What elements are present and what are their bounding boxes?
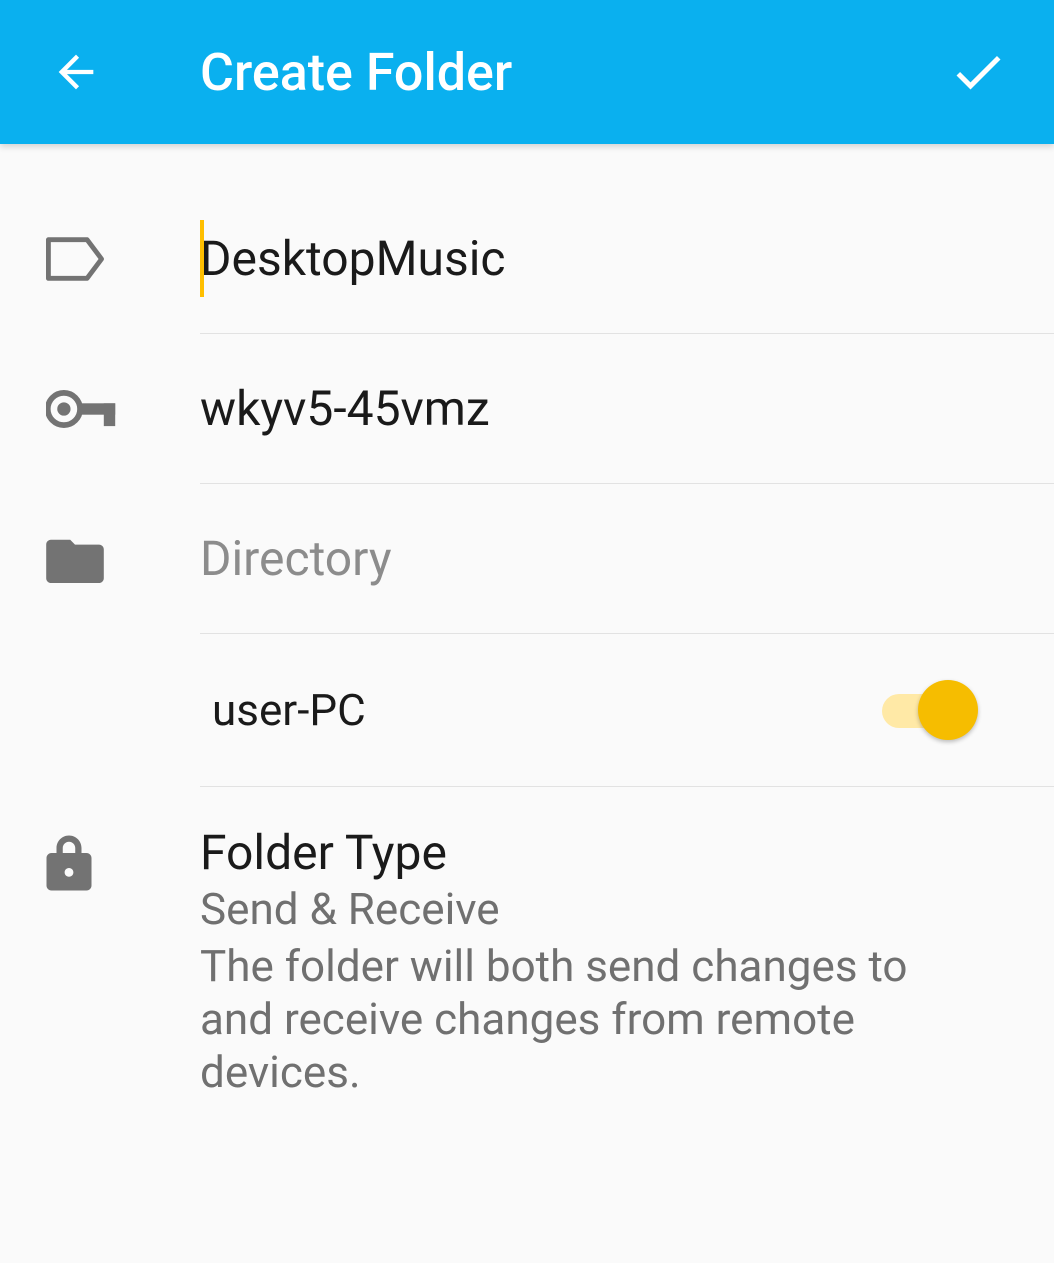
app-bar: Create Folder (0, 0, 1054, 144)
key-icon-col (0, 390, 200, 428)
folder-label-field-wrap (200, 212, 1054, 305)
folder-type-mode: Send & Receive (200, 884, 1018, 935)
device-toggle[interactable] (882, 680, 974, 740)
folder-label-input[interactable] (200, 212, 1018, 305)
folder-type-row[interactable]: Folder Type Send & Receive The folder wi… (0, 787, 1054, 1127)
lock-icon (46, 833, 92, 893)
device-label: user-PC (200, 684, 882, 736)
toggle-thumb (918, 680, 978, 740)
tag-icon (46, 237, 104, 281)
key-icon (46, 390, 116, 428)
label-icon-col (0, 237, 200, 281)
folder-type-body: Folder Type Send & Receive The folder wi… (200, 827, 1054, 1099)
directory-field-wrap: Directory (200, 512, 1054, 605)
folder-icon-col (0, 535, 200, 583)
lock-icon-col (0, 827, 200, 893)
folder-type-description: The folder will both send changes to and… (200, 940, 980, 1098)
content-area: Directory user-PC Folder Type Send & Rec… (0, 144, 1054, 1127)
folder-label-row (0, 184, 1054, 333)
folder-id-row (0, 334, 1054, 483)
directory-placeholder: Directory (200, 512, 1018, 605)
directory-row[interactable]: Directory (0, 484, 1054, 633)
back-button[interactable] (36, 32, 116, 112)
page-title: Create Folder (200, 42, 938, 103)
folder-type-title: Folder Type (200, 827, 1018, 880)
folder-id-field-wrap (200, 362, 1054, 455)
device-row: user-PC (0, 634, 1054, 786)
device-body: user-PC (200, 662, 1054, 758)
confirm-button[interactable] (938, 32, 1018, 112)
check-icon (948, 42, 1008, 102)
folder-id-input[interactable] (200, 362, 1018, 455)
folder-icon (46, 535, 104, 583)
back-arrow-icon (50, 46, 102, 98)
